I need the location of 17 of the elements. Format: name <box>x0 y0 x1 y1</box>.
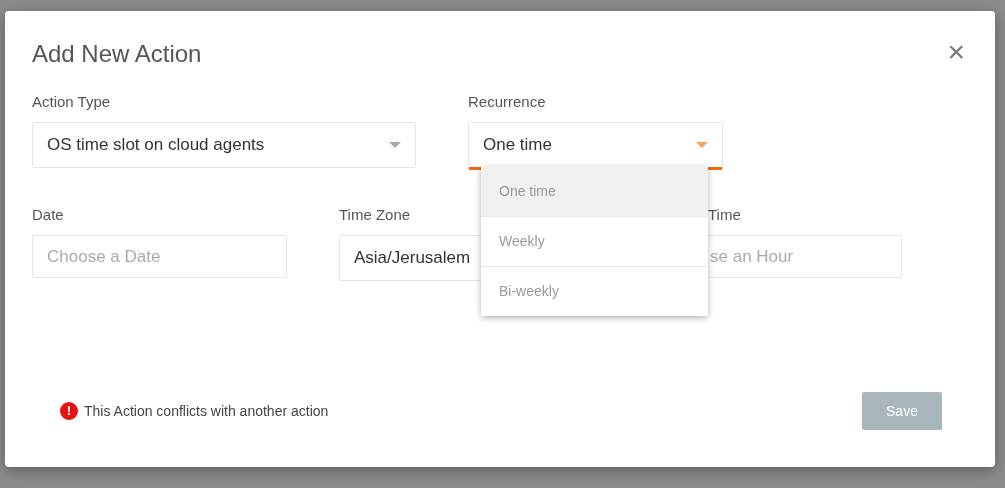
error-message: This Action conflicts with another action <box>84 401 329 421</box>
field-label: Action Type <box>32 93 112 111</box>
field-label: Time Zone <box>339 206 412 224</box>
caret-icon <box>696 142 708 148</box>
field-label: Time <box>708 206 742 224</box>
dialog-title: Add New Action <box>32 39 202 69</box>
error-icon: ! <box>60 402 78 420</box>
date-field[interactable]: Choose a Date <box>32 235 287 278</box>
field-label: Recurrence <box>468 93 547 111</box>
field-label: Date <box>32 206 65 224</box>
dropdown-option[interactable]: Weekly <box>481 216 708 266</box>
action-type-select[interactable]: OS time slot on cloud agents <box>32 122 416 168</box>
time-zone-select[interactable]: Asia/Jerusalem <box>339 235 481 281</box>
dropdown-option[interactable]: One time <box>481 166 708 216</box>
close-button[interactable]: × <box>947 40 965 64</box>
caret-icon <box>389 142 401 148</box>
dropdown-option[interactable]: Bi-weekly <box>481 266 708 316</box>
